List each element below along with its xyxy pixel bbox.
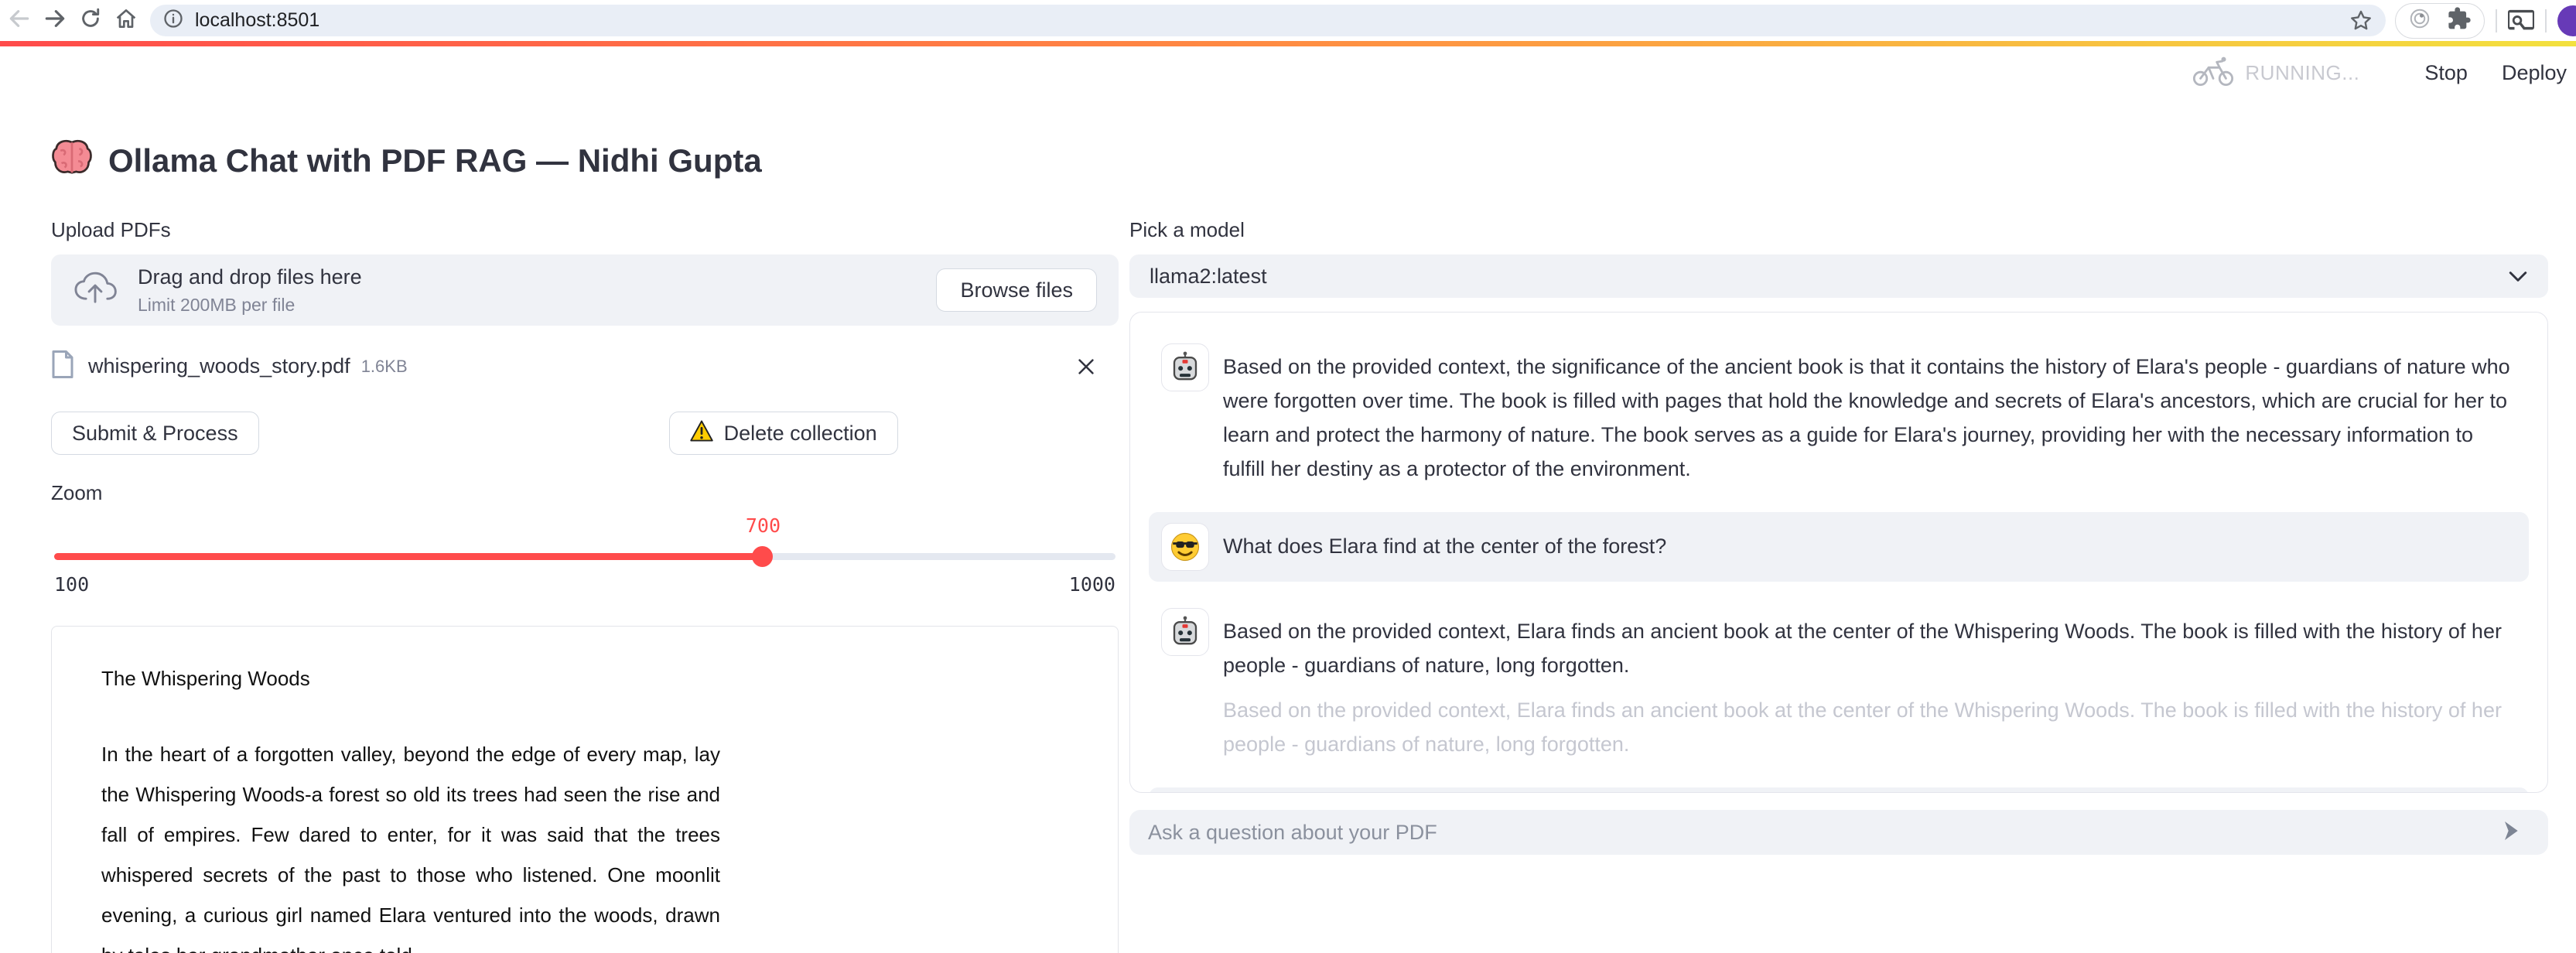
slider-current-value: 700 [746,514,781,537]
message-body: Based on the provided context, Elara fin… [1223,608,2516,761]
streamlit-decoration-bar [0,41,2576,46]
reload-icon [79,7,102,34]
chat-input-container [1129,810,2548,855]
message-text: Based on the provided context, Elara fin… [1223,614,2516,682]
uploader-label: Upload PDFs [51,218,1119,242]
browser-toolbar: localhost:8501 [0,0,2576,41]
stop-button[interactable]: Stop [2424,61,2468,85]
back-button[interactable] [2,3,37,39]
file-dropzone[interactable]: Drag and drop files here Limit 200MB per… [51,254,1119,326]
extensions-group [2395,3,2485,39]
back-icon [7,6,32,35]
submit-process-button[interactable]: Submit & Process [51,412,259,455]
screen: localhost:8501 RUNNING... [0,0,2576,953]
pdf-page-text: The Whispering Woods In the heart of a f… [101,667,720,953]
send-icon [2499,818,2523,847]
chat-message-assistant: Based on the provided context, the signi… [1149,333,2529,497]
cloud-upload-icon [73,271,118,310]
message-text: Based on the provided context, the signi… [1223,350,2516,486]
chat-input[interactable] [1148,821,2492,845]
message-body: What does Elara find at the center of th… [1223,523,1666,563]
toolbar-divider2 [2545,9,2547,32]
forward-button[interactable] [37,3,73,39]
slider-track[interactable] [54,553,1115,560]
dropzone-limit: Limit 200MB per file [138,295,362,316]
profile-avatar[interactable] [2557,5,2576,36]
file-name: whispering_woods_story.pdf [88,354,350,378]
message-text: What does Elara find at the center of th… [1223,529,1666,563]
model-picker-label: Pick a model [1129,218,2548,242]
file-size: 1.6KB [361,357,408,377]
home-button[interactable] [108,3,144,39]
model-select-value: llama2:latest [1150,265,1267,289]
chat-message-assistant: Based on the provided context, Elara fin… [1149,597,2529,772]
robot-avatar-icon [1161,343,1209,391]
url-bar[interactable]: localhost:8501 [150,5,2386,36]
right-column: Pick a model llama2:latest Based on the … [1129,218,2548,953]
bookmark-star-icon[interactable] [2349,9,2373,33]
brain-icon [51,138,93,184]
action-buttons-row: Submit & Process Delete collection [51,412,1119,455]
browse-files-button[interactable]: Browse files [936,268,1097,312]
dropzone-title: Drag and drop files here [138,265,362,289]
main-content: Ollama Chat with PDF RAG — Nidhi Gupta U… [0,99,2576,953]
forward-icon [43,6,67,35]
pdf-preview: The Whispering Woods In the heart of a f… [51,626,1119,953]
pdf-story-title: The Whispering Woods [101,667,720,691]
page-title: Ollama Chat with PDF RAG — Nidhi Gupta [51,138,2576,184]
page-title-text: Ollama Chat with PDF RAG — Nidhi Gupta [108,142,762,179]
chat-history: Based on the provided context, the signi… [1129,312,2548,793]
slider-thumb[interactable] [752,546,773,567]
home-icon [114,6,138,35]
screen-search-icon[interactable] [2508,9,2534,32]
toolbar-divider [2496,9,2497,32]
user-avatar-icon [1161,523,1209,571]
orbit-extension-icon[interactable] [2408,7,2431,34]
delete-collection-button[interactable]: Delete collection [669,412,898,455]
deploy-button[interactable]: Deploy [2502,61,2567,85]
delete-collection-label: Delete collection [724,422,877,446]
url-text: localhost:8501 [195,9,319,32]
send-button[interactable] [2492,814,2530,851]
document-icon [51,349,74,384]
model-select[interactable]: llama2:latest [1129,254,2548,298]
left-column: Upload PDFs Drag and drop files here Lim… [51,218,1119,953]
warning-icon [690,420,713,447]
extensions-puzzle-icon[interactable] [2447,6,2472,35]
slider-max-label: 1000 [1069,573,1115,596]
message-ghost-text: Based on the provided context, Elara fin… [1223,693,2516,761]
site-info-icon[interactable] [162,8,184,33]
zoom-slider-label: Zoom [51,481,1119,505]
run-status: RUNNING... [2192,56,2359,90]
chat-message-user: What does Elara find at the center of th… [1149,512,2529,582]
slider-fill [54,553,762,560]
submit-process-label: Submit & Process [72,422,238,446]
message-body: Based on the provided context, the signi… [1223,343,2516,486]
robot-avatar-icon [1161,608,1209,656]
slider-min-label: 100 [54,573,89,596]
pdf-paragraph-1: In the heart of a forgotten valley, beyo… [101,734,720,953]
status-text: RUNNING... [2245,61,2359,85]
dropzone-texts: Drag and drop files here Limit 200MB per… [138,265,362,316]
runner-icon [2192,56,2234,90]
remove-file-icon[interactable] [1075,356,1097,377]
uploaded-file-row: whispering_woods_story.pdf 1.6KB [51,349,1119,384]
chevron-down-icon [2508,270,2528,283]
chat-message-user: What unusual thing happens when Elara en… [1149,787,2529,793]
app-header: RUNNING... Stop Deploy [0,46,2576,99]
zoom-slider: 700 100 1000 [51,517,1119,604]
reload-button[interactable] [73,3,108,39]
